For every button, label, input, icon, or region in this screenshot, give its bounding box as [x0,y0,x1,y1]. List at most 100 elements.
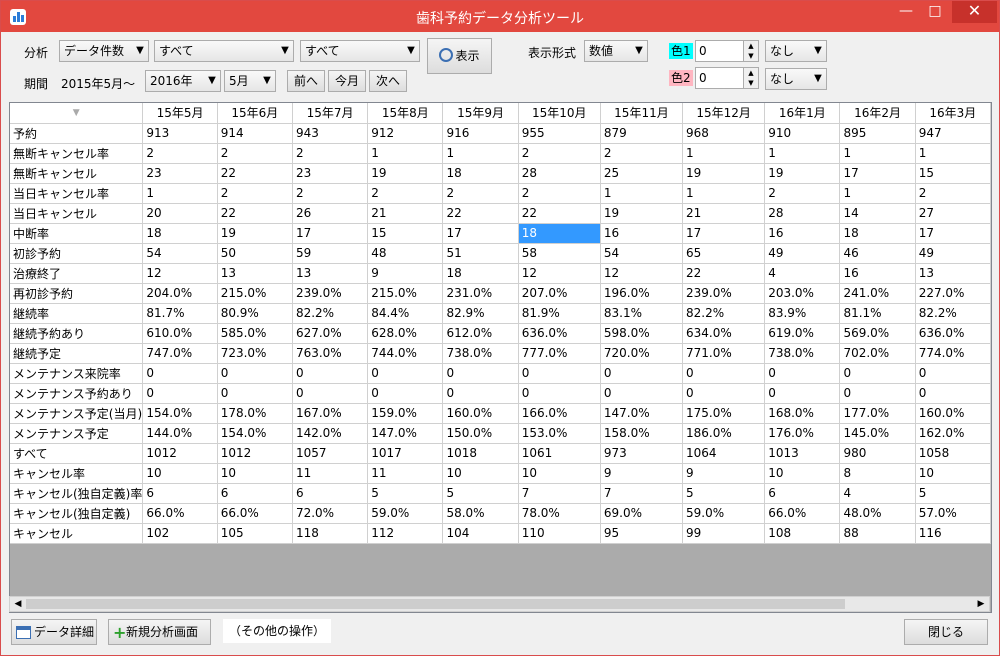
row-label[interactable]: キャンセル率 [10,463,144,484]
table-cell[interactable]: 619.0% [764,323,841,344]
table-cell[interactable]: 110 [518,523,601,544]
table-cell[interactable]: 2 [915,183,991,204]
table-cell[interactable]: 1 [682,183,766,204]
table-cell[interactable]: 6 [217,483,293,504]
table-cell[interactable]: 10 [764,463,841,484]
table-cell[interactable]: 628.0% [367,323,444,344]
table-cell[interactable]: 634.0% [682,323,766,344]
table-cell[interactable]: 0 [442,363,519,384]
table-cell[interactable]: 57.0% [915,503,991,524]
spin-down-icon[interactable]: ▼ [743,51,758,61]
row-label[interactable]: キャンセル(独自定義) [10,503,144,524]
table-cell[interactable]: 78.0% [518,503,601,524]
table-cell[interactable]: 0 [367,383,444,404]
table-cell[interactable]: 0 [915,383,991,404]
table-cell[interactable]: 17 [839,163,916,184]
table-cell[interactable]: 612.0% [442,323,519,344]
table-cell[interactable]: 12 [518,263,601,284]
table-cell[interactable]: 95 [600,523,684,544]
spin-up-icon[interactable]: ▲ [743,41,758,51]
table-cell[interactable]: 22 [518,203,601,224]
table-cell[interactable]: 51 [442,243,519,264]
table-cell[interactable]: 19 [367,163,444,184]
table-cell[interactable]: 955 [518,123,601,144]
table-cell[interactable]: 1 [839,143,916,164]
row-label[interactable]: 初診予約 [10,243,144,264]
row-label[interactable]: 継続予約あり [10,323,144,344]
table-cell[interactable]: 2 [600,143,684,164]
column-header[interactable]: 15年10月 [518,103,601,124]
table-cell[interactable]: 147.0% [600,403,684,424]
table-cell[interactable]: 23 [142,163,218,184]
table-cell[interactable]: 84.4% [367,303,444,324]
table-cell[interactable]: 82.2% [682,303,766,324]
table-cell[interactable]: 720.0% [600,343,684,364]
table-cell[interactable]: 17 [442,223,519,244]
table-cell[interactable]: 108 [764,523,841,544]
table-cell[interactable]: 8 [839,463,916,484]
table-cell[interactable]: 239.0% [292,283,369,304]
table-cell[interactable]: 5 [915,483,991,504]
table-cell[interactable]: 914 [217,123,293,144]
table-cell[interactable]: 5 [442,483,519,504]
table-cell[interactable]: 72.0% [292,503,369,524]
table-cell[interactable]: 2 [367,183,444,204]
column-header[interactable]: 15年5月 [142,103,218,124]
table-cell[interactable]: 186.0% [682,423,766,444]
table-cell[interactable]: 13 [292,263,369,284]
row-label[interactable]: メンテナンス予定(当月) [10,403,144,424]
color2-spinner[interactable]: 0 ▲ ▼ [695,67,759,89]
table-cell[interactable]: 82.2% [915,303,991,324]
table-cell[interactable]: 99 [682,523,766,544]
table-cell[interactable]: 12 [600,263,684,284]
table-cell[interactable]: 48.0% [839,503,916,524]
column-header[interactable]: 16年2月 [839,103,916,124]
table-cell[interactable]: 167.0% [292,403,369,424]
display-format-select[interactable]: 数値 ▼ [584,40,648,62]
table-cell[interactable]: 916 [442,123,519,144]
table-cell[interactable]: 11 [367,463,444,484]
table-cell[interactable]: 116 [915,523,991,544]
table-cell[interactable]: 598.0% [600,323,684,344]
table-cell[interactable]: 627.0% [292,323,369,344]
table-cell[interactable]: 168.0% [764,403,841,424]
table-cell[interactable]: 82.9% [442,303,519,324]
table-cell[interactable]: 973 [600,443,684,464]
new-analysis-button[interactable]: +新規分析画面 [108,619,211,645]
table-cell[interactable]: 160.0% [442,403,519,424]
analysis-type-select[interactable]: データ件数 ▼ [59,40,149,62]
column-header[interactable]: 15年8月 [367,103,444,124]
table-cell[interactable]: 0 [142,363,218,384]
table-cell[interactable]: 28 [764,203,841,224]
table-cell[interactable]: 59.0% [367,503,444,524]
corner-sort-icon[interactable]: ▼ [10,103,144,124]
this-month-button[interactable]: 今月 [328,70,366,92]
table-cell[interactable]: 17 [915,223,991,244]
table-cell[interactable]: 19 [217,223,293,244]
maximize-button[interactable]: □ [921,1,949,23]
table-cell[interactable]: 0 [518,363,601,384]
table-cell[interactable]: 49 [915,243,991,264]
table-cell[interactable]: 4 [839,483,916,504]
table-cell[interactable]: 66.0% [217,503,293,524]
table-cell[interactable]: 0 [292,363,369,384]
data-detail-button[interactable]: データ詳細 [11,619,97,645]
close-button[interactable]: 閉じる [904,619,988,645]
table-cell[interactable]: 6 [142,483,218,504]
table-cell[interactable]: 12 [142,263,218,284]
table-cell[interactable]: 166.0% [518,403,601,424]
table-cell[interactable]: 18 [142,223,218,244]
table-cell[interactable]: 10 [518,463,601,484]
table-cell[interactable]: 66.0% [764,503,841,524]
close-window-button[interactable]: ✕ [952,1,997,23]
table-cell[interactable]: 203.0% [764,283,841,304]
scroll-right-icon[interactable]: ▶ [974,597,988,611]
table-cell[interactable]: 1 [142,183,218,204]
table-cell[interactable]: 26 [292,203,369,224]
table-cell[interactable]: 17 [682,223,766,244]
table-cell[interactable]: 585.0% [217,323,293,344]
month-select[interactable]: 5月 ▼ [224,70,276,92]
table-cell[interactable]: 0 [292,383,369,404]
table-cell[interactable]: 142.0% [292,423,369,444]
table-cell[interactable]: 569.0% [839,323,916,344]
